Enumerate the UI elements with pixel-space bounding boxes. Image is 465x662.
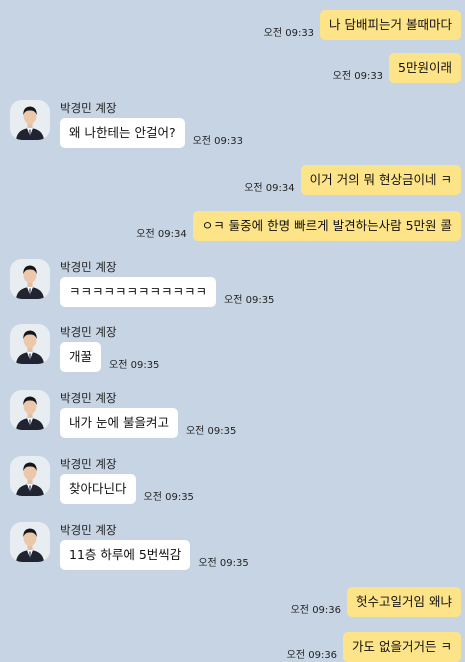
- message-time: 오전 09:36: [290, 605, 342, 616]
- sender-name: 박경민 계장: [60, 523, 117, 537]
- received-message: 박경민 계장 ㅋㅋㅋㅋㅋㅋㅋㅋㅋㅋㅋㅋ 오전 09:35: [0, 259, 465, 307]
- avatar-icon[interactable]: [10, 259, 50, 299]
- message-bubble[interactable]: 5만원이래: [389, 53, 461, 83]
- message-bubble[interactable]: ㅋㅋㅋㅋㅋㅋㅋㅋㅋㅋㅋㅋ: [60, 277, 217, 307]
- avatar-icon[interactable]: [10, 522, 50, 562]
- profile-photo-icon: [10, 324, 50, 364]
- message-bubble[interactable]: 찾아다닌다: [60, 474, 136, 504]
- profile-photo-icon: [10, 100, 50, 140]
- sent-message: 오전 09:34 ㅇㅋ 둘중에 한명 빠르게 발견하는사람 5만원 콜: [0, 211, 465, 241]
- received-message: 박경민 계장 찾아다닌다 오전 09:35: [0, 456, 465, 504]
- profile-photo-icon: [10, 456, 50, 496]
- sent-message: 오전 09:36 헛수고일거임 왜냐: [0, 587, 465, 617]
- avatar-icon[interactable]: [10, 100, 50, 140]
- message-time: 오전 09:36: [286, 650, 338, 661]
- message-bubble[interactable]: 가도 없을거거든 ㅋ: [343, 632, 461, 662]
- message-time: 오전 09:35: [224, 295, 275, 306]
- message-time: 오전 09:35: [198, 558, 249, 569]
- received-message: 박경민 계장 왜 나한테는 안걸어? 오전 09:33: [0, 100, 465, 148]
- message-time: 오전 09:33: [192, 136, 243, 147]
- message-bubble[interactable]: 내가 눈에 불을켜고: [60, 408, 178, 438]
- profile-photo-icon: [10, 390, 50, 430]
- message-time: 오전 09:34: [136, 229, 187, 240]
- sent-message: 오전 09:33 나 담배피는거 볼때마다: [0, 10, 465, 40]
- avatar-icon[interactable]: [10, 390, 50, 430]
- avatar-icon[interactable]: [10, 456, 50, 496]
- sent-message: 오전 09:34 이거 거의 뭐 현상금이네 ㅋ: [0, 165, 465, 195]
- sender-name: 박경민 계장: [60, 391, 117, 405]
- sender-name: 박경민 계장: [60, 101, 117, 115]
- sent-message: 오전 09:36 가도 없을거거든 ㅋ: [0, 632, 465, 662]
- message-time: 오전 09:33: [263, 28, 315, 39]
- profile-photo-icon: [10, 522, 50, 562]
- message-bubble[interactable]: 나 담배피는거 볼때마다: [320, 10, 461, 40]
- message-time: 오전 09:35: [185, 426, 237, 437]
- sender-name: 박경민 계장: [60, 260, 117, 274]
- message-bubble[interactable]: ㅇㅋ 둘중에 한명 빠르게 발견하는사람 5만원 콜: [192, 211, 461, 241]
- message-bubble[interactable]: 왜 나한테는 안걸어?: [60, 118, 185, 148]
- received-message: 박경민 계장 개꿀 오전 09:35: [0, 324, 465, 372]
- message-time: 오전 09:35: [143, 492, 194, 503]
- received-message: 박경민 계장 11층 하루에 5번씩감 오전 09:35: [0, 522, 465, 570]
- chat-window: 오전 09:33 나 담배피는거 볼때마다 오전 09:33 5만원이래 박경민…: [0, 0, 465, 662]
- message-bubble[interactable]: 헛수고일거임 왜냐: [347, 587, 461, 617]
- sent-message: 오전 09:33 5만원이래: [0, 53, 465, 83]
- message-time: 오전 09:34: [244, 183, 295, 194]
- sender-name: 박경민 계장: [60, 325, 117, 339]
- message-time: 오전 09:35: [109, 360, 160, 371]
- message-bubble[interactable]: 11층 하루에 5번씩감: [60, 540, 191, 570]
- avatar-icon[interactable]: [10, 324, 50, 364]
- received-message: 박경민 계장 내가 눈에 불을켜고 오전 09:35: [0, 390, 465, 438]
- profile-photo-icon: [10, 259, 50, 299]
- message-bubble[interactable]: 이거 거의 뭐 현상금이네 ㅋ: [300, 165, 461, 195]
- sender-name: 박경민 계장: [60, 457, 117, 471]
- message-time: 오전 09:33: [332, 71, 384, 82]
- message-bubble[interactable]: 개꿀: [60, 342, 102, 372]
